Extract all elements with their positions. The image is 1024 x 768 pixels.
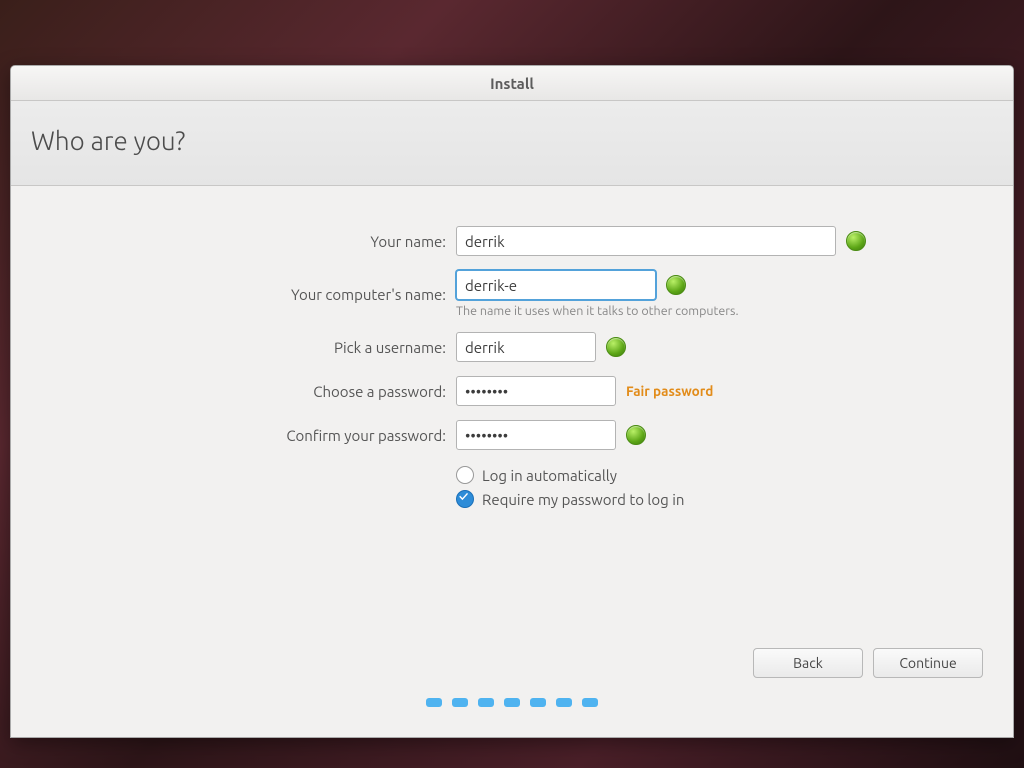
confirm-password-input[interactable]	[456, 420, 616, 450]
continue-button[interactable]: Continue	[873, 648, 983, 678]
computer-name-hint: The name it uses when it talks to other …	[456, 304, 983, 318]
password-input[interactable]	[456, 376, 616, 406]
progress-dot	[530, 698, 546, 707]
check-ok-icon	[626, 425, 646, 445]
radio-checked-icon	[456, 490, 474, 508]
check-ok-icon	[666, 275, 686, 295]
password-strength-label: Fair password	[626, 383, 713, 399]
check-ok-icon	[846, 231, 866, 251]
content-area: Your name: Your computer's name: The nam…	[11, 186, 1013, 737]
confirm-password-label: Confirm your password:	[41, 427, 446, 444]
login-require-option[interactable]: Require my password to log in	[456, 490, 983, 508]
name-input[interactable]	[456, 226, 836, 256]
back-button[interactable]: Back	[753, 648, 863, 678]
user-form: Your name: Your computer's name: The nam…	[41, 226, 983, 508]
page-header: Who are you?	[11, 101, 1013, 186]
window-title: Install	[490, 75, 534, 92]
progress-dot	[452, 698, 468, 707]
progress-dot	[426, 698, 442, 707]
progress-dot	[582, 698, 598, 707]
name-label: Your name:	[41, 233, 446, 250]
progress-dot	[504, 698, 520, 707]
installer-window: Install Who are you? Your name: Your com…	[10, 65, 1014, 738]
login-auto-label: Log in automatically	[482, 467, 617, 484]
titlebar: Install	[11, 66, 1013, 101]
password-label: Choose a password:	[41, 383, 446, 400]
footer-buttons: Back Continue	[41, 638, 983, 698]
check-ok-icon	[606, 337, 626, 357]
login-auto-option[interactable]: Log in automatically	[456, 466, 983, 484]
username-label: Pick a username:	[41, 339, 446, 356]
progress-dot	[478, 698, 494, 707]
login-options: Log in automatically Require my password…	[456, 466, 983, 508]
login-require-label: Require my password to log in	[482, 491, 684, 508]
username-input[interactable]	[456, 332, 596, 362]
progress-indicator	[41, 698, 983, 717]
progress-dot	[556, 698, 572, 707]
page-title: Who are you?	[31, 126, 993, 155]
radio-unchecked-icon	[456, 466, 474, 484]
computer-name-label: Your computer's name:	[41, 286, 446, 303]
computer-name-input[interactable]	[456, 270, 656, 300]
